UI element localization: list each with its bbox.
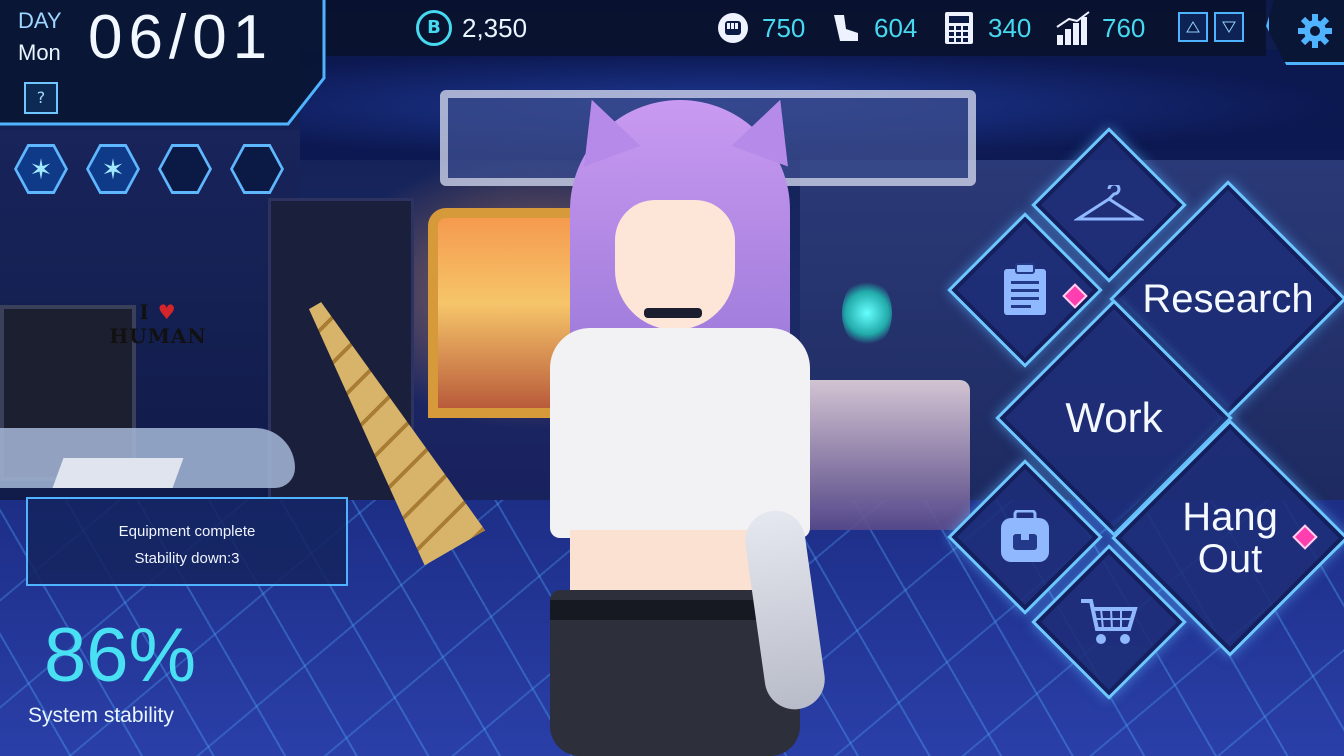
calculator-icon: [940, 10, 978, 46]
hang-out-label-line-1: Hang: [1182, 495, 1278, 539]
agility-value: 604: [874, 12, 918, 43]
empty-hex: [161, 147, 209, 191]
clipboard-icon: [1004, 263, 1046, 315]
stat-growth: 760: [1054, 10, 1145, 46]
currency-value: 2,350: [462, 12, 528, 43]
work-label: Work: [1065, 393, 1163, 441]
triangle-up-icon: [1186, 21, 1200, 33]
shirt-text-i: I: [139, 300, 150, 324]
stat-agility: 604: [826, 10, 917, 46]
triangle-down-icon: [1222, 21, 1236, 33]
stat-intelligence: 340: [940, 10, 1031, 46]
star-icon: ✶: [89, 147, 137, 191]
event-message-box: Equipment complete Stability down:3: [26, 497, 348, 586]
bar-chart-icon: [1054, 10, 1092, 46]
shirt-text-human: HUMAN: [109, 324, 207, 348]
message-line-2: Stability down:3: [134, 550, 240, 567]
growth-value: 760: [1102, 12, 1146, 43]
hex-slot-3: [158, 144, 212, 194]
character[interactable]: [520, 80, 840, 756]
character-shirt: [550, 328, 810, 538]
hang-out-label-line-2: Out: [1197, 537, 1263, 581]
stability-label: System stability: [28, 704, 174, 727]
star-icon: ✶: [17, 147, 65, 191]
progress-hexes: ✶ ✶: [14, 144, 284, 194]
empty-hex: [233, 147, 281, 191]
fist-icon: [714, 10, 752, 46]
hanger-icon: [1074, 185, 1144, 221]
choker: [644, 308, 702, 318]
gear-icon: [1298, 14, 1332, 48]
portal-glow: [842, 278, 892, 348]
currency-stat: B 2,350: [416, 10, 527, 46]
hex-slot-2: ✶: [86, 144, 140, 194]
stability-value: 86%: [44, 613, 197, 698]
cart-icon: [1081, 599, 1138, 644]
leg-icon: [826, 10, 864, 46]
scroll-up-button[interactable]: [1178, 12, 1208, 42]
shirt-print: I ♥ HUMAN: [48, 300, 268, 348]
backpack-icon: [1001, 510, 1049, 562]
intelligence-value: 340: [988, 12, 1032, 43]
message-line-1: Equipment complete: [118, 523, 256, 540]
coin-icon: B: [416, 10, 452, 46]
heart-icon: ♥: [157, 300, 177, 324]
scroll-down-button[interactable]: [1214, 12, 1244, 42]
day-panel-frame: [0, 0, 326, 126]
hex-slot-1: ✶: [14, 144, 68, 194]
hang-out-label: Hang Out: [1182, 495, 1278, 581]
strength-value: 750: [762, 12, 806, 43]
stat-strength: 750: [714, 10, 805, 46]
hex-slot-4: [230, 144, 284, 194]
research-label: Research: [1142, 277, 1314, 321]
keyboard: [52, 458, 184, 488]
